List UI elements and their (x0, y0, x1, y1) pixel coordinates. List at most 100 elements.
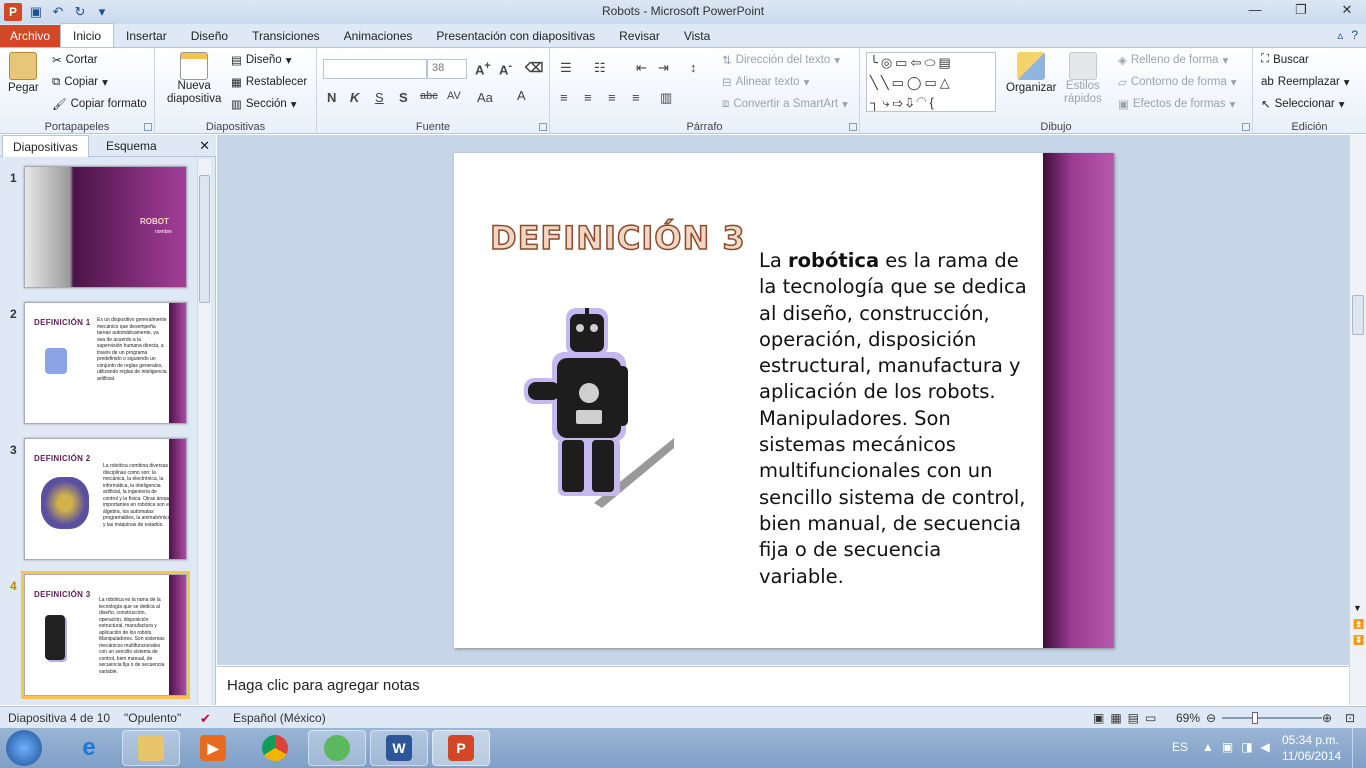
new-slide-button[interactable]: Nueva diapositiva (167, 52, 221, 106)
line-spacing-icon[interactable]: ↕ (690, 60, 697, 75)
tab-transiciones[interactable]: Transiciones (240, 25, 332, 47)
font-name-input[interactable] (323, 59, 427, 79)
change-case-icon[interactable]: Aa (477, 90, 493, 105)
scrollbar-thumb[interactable] (1352, 295, 1364, 335)
italic-icon[interactable]: K (350, 90, 359, 105)
tab-diapositivas[interactable]: Diapositivas (2, 135, 89, 157)
close-pane-icon[interactable]: ✕ (199, 138, 210, 154)
tab-animaciones[interactable]: Animaciones (332, 25, 425, 47)
tab-presentacion[interactable]: Presentación con diapositivas (424, 25, 607, 47)
spacing-icon[interactable]: AV (447, 90, 461, 102)
clock-time[interactable]: 05:34 p.m. (1282, 733, 1339, 747)
clock-date[interactable]: 11/06/2014 (1282, 749, 1341, 763)
tab-archivo[interactable]: Archivo (0, 25, 61, 47)
scroll-down-icon[interactable]: ▼ (1353, 603, 1362, 613)
quick-styles-button[interactable]: Estilos rápidos (1064, 52, 1102, 106)
decrease-indent-icon[interactable]: ⇤ (636, 60, 647, 76)
scrollbar-thumb[interactable] (199, 175, 210, 303)
slide-thumbnail-2[interactable]: DEFINICIÓN 1 Es un dispositivo generalme… (24, 302, 187, 424)
dialog-launcher-icon[interactable] (144, 123, 152, 131)
increase-indent-icon[interactable]: ⇥ (658, 60, 669, 76)
slide-thumbnail-3[interactable]: DEFINICIÓN 2 La robótica combina diversa… (24, 438, 187, 560)
taskbar-messenger[interactable] (308, 730, 366, 766)
slide-thumbnail-4[interactable]: DEFINICIÓN 3 La robótica es la rama de l… (21, 571, 190, 699)
numbering-icon[interactable]: ☷ (594, 60, 606, 76)
shape-fill-button[interactable]: ◈ Relleno de forma ▾ (1118, 53, 1228, 67)
tray-icons[interactable]: ▲▣◨◀ (1202, 740, 1278, 754)
zoom-in-icon[interactable]: ⊕ (1322, 711, 1332, 725)
current-slide[interactable]: DEFINICIÓN 3 La robótica es la rama de l… (454, 153, 1114, 648)
tab-inicio[interactable]: Inicio (60, 23, 115, 47)
help-icon[interactable]: ? (1351, 28, 1358, 42)
justify-icon[interactable]: ≡ (632, 90, 640, 105)
format-painter-button[interactable]: 🖌 Copiar formato (52, 97, 147, 111)
tab-revisar[interactable]: Revisar (607, 25, 672, 47)
shape-outline-button[interactable]: ▱ Contorno de forma ▾ (1118, 75, 1237, 89)
notes-pane[interactable]: Haga clic para agregar notas (217, 666, 1349, 705)
font-color-icon[interactable]: A (517, 88, 526, 103)
align-text-button[interactable]: ⊟ Alinear texto ▾ (722, 75, 809, 89)
editor-scrollbar[interactable]: ▼ ⏫ ⏬ (1349, 135, 1366, 705)
font-size-input[interactable]: 38 (427, 59, 467, 79)
section-button[interactable]: ▥ Sección ▾ (231, 97, 297, 111)
close-button[interactable]: ✕ (1334, 2, 1360, 18)
text-direction-button[interactable]: ⇅ Dirección del texto ▾ (722, 53, 840, 67)
zoom-out-icon[interactable]: ⊖ (1206, 711, 1216, 725)
next-slide-icon[interactable]: ⏬ (1353, 635, 1364, 646)
zoom-level[interactable]: 69% (1176, 711, 1200, 725)
fit-slide-icon[interactable]: ⊡ (1345, 711, 1355, 725)
clear-format-icon[interactable]: ⌫ (525, 60, 543, 76)
shapes-gallery[interactable]: ╰◎▭⇦⬭▤ ╲╲▭◯▭△ ┐⤷⇨⇩◠{ (866, 52, 996, 112)
zoom-slider-thumb[interactable] (1252, 712, 1258, 724)
start-button[interactable] (6, 730, 42, 766)
grow-font-icon[interactable]: A+ (475, 60, 491, 77)
dialog-launcher-icon[interactable] (1242, 123, 1250, 131)
dialog-launcher-icon[interactable] (849, 123, 857, 131)
tab-vista[interactable]: Vista (672, 25, 722, 47)
input-language[interactable]: ES (1172, 740, 1188, 754)
zoom-slider[interactable] (1222, 712, 1322, 724)
previous-slide-icon[interactable]: ⏫ (1353, 619, 1364, 630)
slide-thumbnail-1[interactable]: ROBOT nombre (24, 166, 187, 288)
copy-button[interactable]: ⧉ Copiar ▾ (52, 75, 108, 90)
slide-body-text[interactable]: La robótica es la rama de la tecnología … (759, 248, 1029, 590)
select-button[interactable]: ↖ Seleccionar ▾ (1261, 97, 1345, 111)
pane-scrollbar[interactable] (197, 159, 211, 705)
shadow-icon[interactable]: S (399, 90, 408, 105)
language[interactable]: Español (México) (233, 711, 326, 725)
replace-button[interactable]: ab Reemplazar ▾ (1261, 75, 1350, 89)
taskbar-explorer[interactable] (122, 730, 180, 766)
underline-icon[interactable]: S (375, 90, 384, 105)
align-right-icon[interactable]: ≡ (608, 90, 616, 105)
tab-esquema[interactable]: Esquema (96, 135, 167, 157)
align-left-icon[interactable]: ≡ (560, 90, 568, 105)
paste-button[interactable]: Pegar (8, 52, 39, 94)
bullets-icon[interactable]: ☰ (560, 60, 572, 76)
find-button[interactable]: ⛶ Buscar (1261, 53, 1309, 66)
shape-effects-button[interactable]: ▣ Efectos de formas ▾ (1118, 97, 1235, 111)
cut-button[interactable]: ✂ Cortar (52, 53, 98, 67)
maximize-button[interactable]: ❐ (1288, 2, 1314, 18)
minimize-ribbon-icon[interactable]: ▵ (1337, 28, 1343, 42)
taskbar-powerpoint[interactable]: P (432, 730, 490, 766)
reset-button[interactable]: ▦ Restablecer (231, 75, 307, 89)
columns-icon[interactable]: ▥ (660, 90, 672, 106)
dialog-launcher-icon[interactable] (539, 123, 547, 131)
taskbar-word[interactable]: W (370, 730, 428, 766)
taskbar-chrome[interactable] (246, 730, 304, 766)
minimize-button[interactable]: — (1242, 2, 1268, 18)
slide-title[interactable]: DEFINICIÓN 3 (489, 218, 746, 258)
view-buttons[interactable]: ▣▦▤▭ (1093, 711, 1162, 725)
robot-clipart-image[interactable] (524, 308, 674, 508)
shrink-font-icon[interactable]: A- (499, 60, 512, 77)
bold-icon[interactable]: N (327, 90, 336, 105)
smartart-button[interactable]: ⧈ Convertir a SmartArt ▾ (722, 97, 848, 112)
spellcheck-icon[interactable]: ✔ (200, 711, 211, 727)
taskbar-ie[interactable]: e (60, 730, 118, 766)
layout-button[interactable]: ▤ Diseño ▾ (231, 53, 291, 67)
strikethrough-icon[interactable]: abc (420, 90, 438, 102)
align-center-icon[interactable]: ≡ (584, 90, 592, 105)
tab-insertar[interactable]: Insertar (114, 25, 179, 47)
taskbar-media-player[interactable]: ▶ (184, 730, 242, 766)
show-desktop-button[interactable] (1352, 728, 1366, 768)
